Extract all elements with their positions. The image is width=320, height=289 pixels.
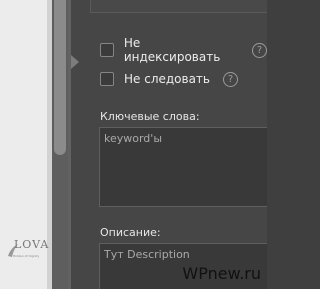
- site-preview-panel: LOVA Hidden of Dignity: [0, 0, 52, 289]
- nofollow-checkbox[interactable]: [100, 72, 114, 86]
- panel-header-strip: [90, 0, 267, 13]
- logo-subtext: Hidden of Dignity: [13, 254, 40, 258]
- help-icon[interactable]: ?: [223, 71, 238, 87]
- keywords-textarea[interactable]: keyword'ы: [99, 127, 267, 207]
- scrollbar-track[interactable]: [52, 0, 68, 289]
- screen: LOVA Hidden of Dignity Не индексировать …: [0, 0, 267, 289]
- help-icon[interactable]: ?: [252, 42, 267, 58]
- noindex-checkbox[interactable]: [100, 43, 114, 57]
- collapse-arrow-icon[interactable]: [71, 55, 79, 69]
- logo-text: LOVA: [14, 238, 50, 251]
- scrollbar-thumb[interactable]: [54, 0, 66, 155]
- description-label: Описание:: [100, 226, 161, 239]
- noindex-label: Не индексировать: [123, 36, 221, 64]
- site-logo: LOVA Hidden of Dignity: [0, 232, 52, 282]
- watermark: WPnew.ru: [182, 264, 261, 283]
- noindex-row: Не индексировать ?: [100, 36, 267, 64]
- keywords-label: Ключевые слова:: [100, 110, 200, 123]
- nofollow-row: Не следовать ?: [100, 70, 238, 88]
- nofollow-label: Не следовать: [124, 72, 210, 86]
